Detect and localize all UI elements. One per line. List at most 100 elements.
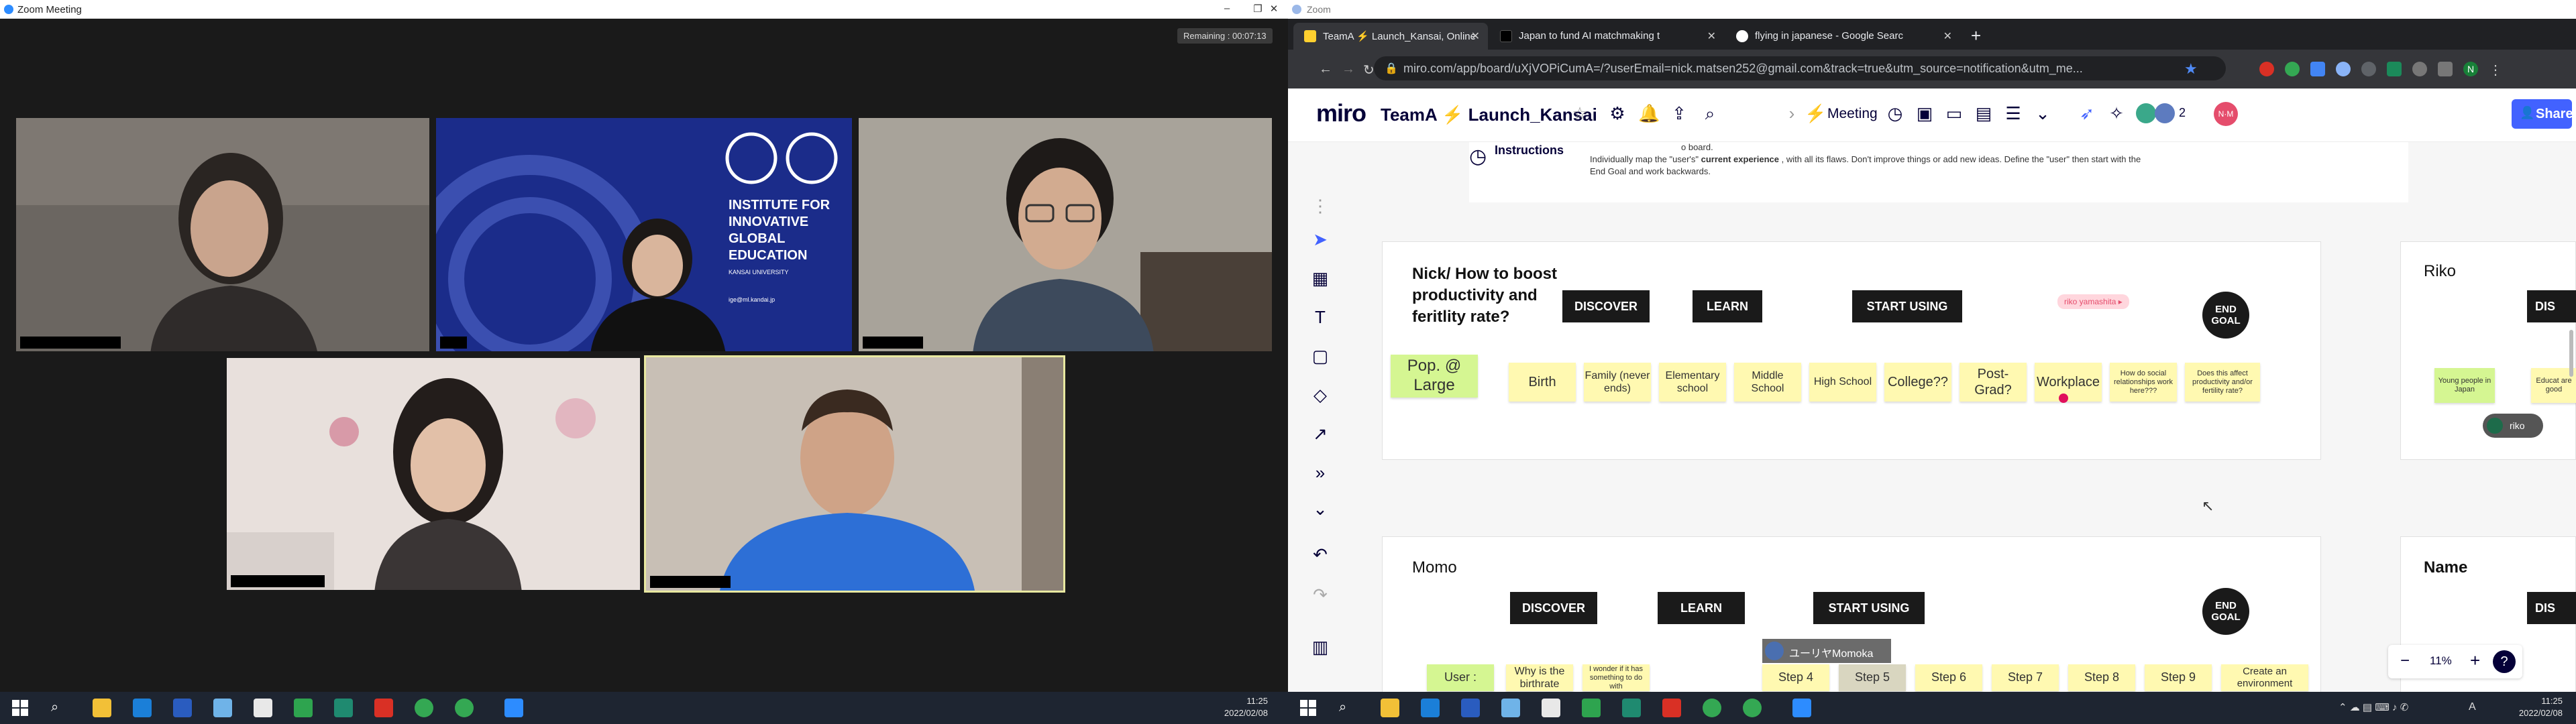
sticky-note[interactable]: Step 8 (2068, 664, 2135, 691)
sticky-note[interactable]: Step 5 (1839, 664, 1906, 691)
connection-line-icon[interactable]: ↗ (1308, 424, 1332, 448)
globe-icon[interactable] (1622, 699, 1641, 717)
notes-icon[interactable]: ☰ (2003, 103, 2023, 123)
notepad-icon[interactable] (213, 699, 232, 717)
end-goal-circle[interactable]: END GOAL (2202, 588, 2249, 635)
chrome-icon[interactable] (415, 699, 433, 717)
shapes-icon[interactable]: ◇ (1308, 385, 1332, 409)
sticky-note[interactable]: I wonder if it has something to do with (1582, 664, 1650, 691)
sticky-note[interactable]: Middle School (1734, 363, 1801, 402)
sticky-note[interactable]: Step 6 (1915, 664, 1982, 691)
zoom-taskbar-icon[interactable] (1792, 699, 1811, 717)
reading-list-icon[interactable] (2438, 62, 2453, 76)
sheets-icon[interactable] (294, 699, 313, 717)
bookmark-star-icon[interactable]: ★ (2184, 60, 2198, 78)
sticky-note[interactable]: Workplace (2035, 363, 2102, 402)
extension-icon[interactable] (2387, 62, 2402, 76)
edge-icon[interactable] (133, 699, 152, 717)
grammarly-extension-icon[interactable] (2285, 62, 2300, 76)
presentation-icon[interactable]: ▤ (1974, 103, 1994, 123)
zoom-in-button[interactable]: + (2470, 650, 2480, 671)
extension-icon[interactable] (2336, 62, 2351, 76)
meeting-label[interactable]: Meeting (1827, 106, 1878, 122)
reload-icon[interactable]: ↻ (1363, 62, 1375, 78)
address-bar[interactable]: 🔒 miro.com/app/board/uXjVOPiCumA=/?userE… (1374, 56, 2226, 80)
file-explorer-icon[interactable] (1381, 699, 1399, 717)
close-tab-icon[interactable]: ✕ (1471, 29, 1480, 43)
new-tab-button[interactable]: + (1971, 25, 1981, 46)
collaborator-avatar[interactable] (2136, 103, 2156, 123)
journey-frame-momo[interactable]: Momo DISCOVER LEARN START USING END GOAL… (1382, 536, 2321, 692)
chrome-icon[interactable] (1703, 699, 1721, 717)
globe-icon[interactable] (334, 699, 353, 717)
timer-icon[interactable]: ◷ (1885, 103, 1905, 123)
sticky-note[interactable]: User : (1427, 664, 1494, 691)
upload-icon[interactable]: ⇪ (1669, 103, 1689, 123)
acrobat-icon[interactable] (374, 699, 393, 717)
sticky-note[interactable]: How do social relationships work here??? (2110, 363, 2177, 402)
miro-logo[interactable]: miro (1316, 99, 1366, 127)
tray-icons[interactable]: ⌃ ☁ ▤ ⌨ ♪ ✆ (2339, 701, 2408, 713)
stage-discover[interactable]: DISCOVER (1510, 592, 1597, 624)
zoom-level[interactable]: 11% (2430, 654, 2452, 668)
adblock-extension-icon[interactable] (2259, 62, 2274, 76)
sticky-note[interactable]: Step 7 (1992, 664, 2059, 691)
tab-miro[interactable]: TeamA ⚡ Launch_Kansai, Online ✕ (1293, 23, 1488, 50)
cursor-arrow-icon[interactable]: ➶ (2077, 103, 2097, 123)
text-icon[interactable]: T (1308, 307, 1332, 331)
minimize-button[interactable]: – (1212, 3, 1242, 14)
frames-panel-icon[interactable]: ▥ (1308, 637, 1332, 661)
zoom-out-button[interactable]: − (2400, 652, 2410, 670)
puzzle-extensions-icon[interactable] (2412, 62, 2427, 76)
sticky-note[interactable]: Elementary school (1659, 363, 1726, 402)
stage-discover[interactable]: DIS (2527, 290, 2576, 322)
close-button[interactable]: ✕ (1258, 3, 1289, 15)
search-icon[interactable]: ⌕ (1700, 103, 1720, 123)
malwarebytes-icon[interactable] (1461, 699, 1480, 717)
forward-icon[interactable]: → (1342, 62, 1355, 77)
extension-icon[interactable] (2361, 62, 2376, 76)
sticky-note[interactable]: Birth (1509, 363, 1576, 402)
notepad-icon[interactable] (1501, 699, 1520, 717)
active-speaker-video-tile[interactable] (644, 355, 1065, 593)
malwarebytes-icon[interactable] (173, 699, 192, 717)
board-title[interactable]: TeamA ⚡ Launch_Kansai (1381, 105, 1597, 125)
windows-start-icon[interactable] (1300, 700, 1316, 716)
end-goal-circle[interactable]: END GOAL (2202, 292, 2249, 339)
acrobat-icon[interactable] (1662, 699, 1681, 717)
participant-video-tile[interactable] (225, 357, 641, 591)
help-button[interactable]: ? (2493, 650, 2516, 673)
chrome-profile-icon[interactable] (455, 699, 474, 717)
tab-google-search[interactable]: flying in japanese - Google Searc ✕ (1725, 23, 1960, 50)
sticky-note[interactable]: Does this affect productivity and/or fer… (2185, 363, 2260, 402)
my-avatar[interactable]: N·M (2214, 102, 2238, 126)
participant-video-tile[interactable] (15, 117, 431, 353)
stage-discover[interactable]: DISCOVER (1562, 290, 1650, 322)
store-icon[interactable] (254, 699, 272, 717)
browser-menu-icon[interactable]: ⋮ (2489, 62, 2502, 78)
sticky-note[interactable]: High School (1809, 363, 1876, 402)
sheets-icon[interactable] (1582, 699, 1601, 717)
expand-icon[interactable]: ⌄ (1308, 499, 1332, 523)
windows-start-icon[interactable] (12, 700, 28, 716)
screen-share-icon[interactable]: ▣ (1915, 103, 1935, 123)
file-explorer-icon[interactable] (93, 699, 111, 717)
vertical-scrollbar[interactable] (2569, 330, 2573, 377)
notifications-bell-icon[interactable]: 🔔 (1638, 103, 1660, 123)
star-icon[interactable]: ☆ (1570, 103, 1590, 123)
sticky-note[interactable]: Create an environment (2221, 664, 2308, 691)
comments-icon[interactable]: ▭ (1944, 103, 1964, 123)
zoom-taskbar-icon[interactable] (504, 699, 523, 717)
miro-board[interactable]: miro TeamA ⚡ Launch_Kansai ☆ ⚙ 🔔 ⇪ ⌕ › ⚡… (1288, 88, 2576, 692)
sticky-note[interactable]: Why is the birthrate (1506, 664, 1573, 691)
sticky-note[interactable]: Pop. @ Large (1391, 355, 1478, 398)
more-chevron-icon[interactable]: ⌄ (2033, 103, 2053, 123)
profile-avatar[interactable]: N (2463, 62, 2478, 76)
undo-icon[interactable]: ↶ (1308, 544, 1332, 568)
more-tools-icon[interactable]: » (1308, 463, 1332, 487)
participant-video-tile[interactable] (857, 117, 1273, 353)
close-tab-icon[interactable]: ✕ (1943, 29, 1952, 43)
select-cursor-icon[interactable]: ➤ (1308, 229, 1332, 253)
stage-learn[interactable]: LEARN (1693, 290, 1762, 322)
participant-video-tile[interactable]: INSTITUTE FOR INNOVATIVE GLOBAL EDUCATIO… (435, 117, 853, 353)
